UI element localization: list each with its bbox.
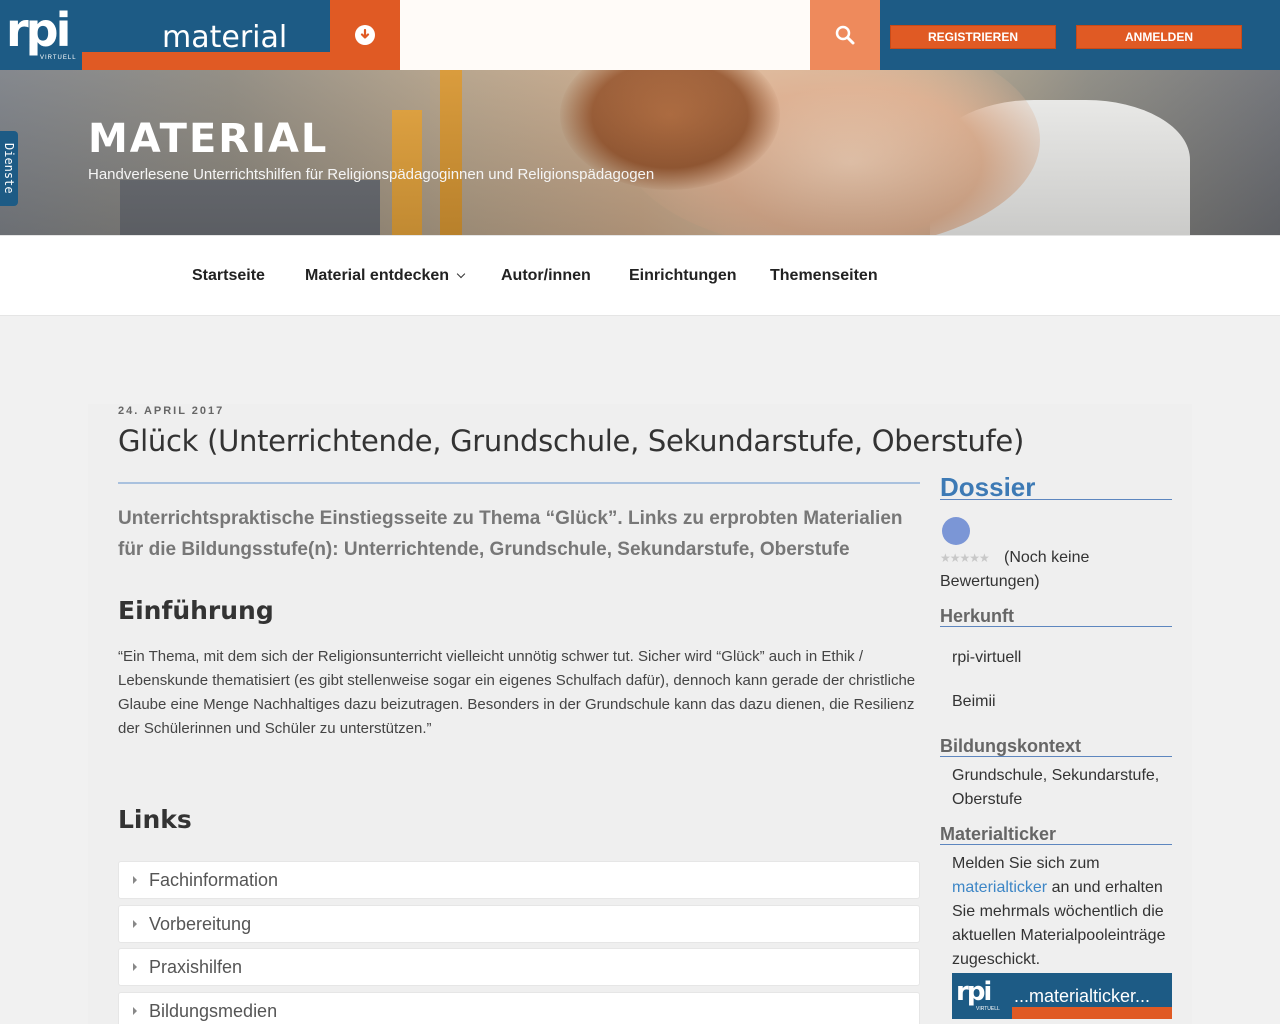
title-divider [118, 482, 920, 484]
accordion-fachinformation[interactable]: Fachinformation [118, 861, 920, 899]
search-icon [835, 25, 855, 45]
site-name[interactable]: material [82, 0, 330, 55]
hero-banner: MATERIAL Handverlesene Unterrichtshilfen… [0, 70, 1280, 235]
site-name-label: material [162, 20, 288, 55]
post-date: 24. APRIL 2017 [118, 405, 225, 417]
materialticker-link[interactable]: materialticker [952, 879, 1047, 896]
search-input[interactable] [400, 0, 810, 70]
caret-right-icon [133, 876, 137, 884]
rating-circle-icon[interactable] [942, 517, 970, 545]
download-circle-icon [355, 25, 375, 45]
register-button[interactable]: REGISTRIEREN [890, 25, 1056, 49]
heading-underline [940, 756, 1172, 757]
logo-text: rpi [6, 3, 71, 57]
login-button[interactable]: ANMELDEN [1076, 25, 1242, 49]
logo-subtext: VIRTUELL [40, 55, 77, 61]
site-name-underline [82, 52, 330, 70]
links-heading: Links [118, 805, 192, 834]
accordion-label: Vorbereitung [149, 913, 252, 934]
page-title: Glück (Unterrichtende, Grundschule, Seku… [118, 424, 1024, 458]
herkunft-item[interactable]: rpi-virtuell [952, 646, 1172, 670]
rating-text: (Noch keine Bewertungen) [940, 549, 1090, 590]
nav-item-label: Einrichtungen [629, 267, 737, 284]
banner-logo: rpi [956, 977, 992, 1007]
hero-subtitle: Handverlesene Unterrichtshilfen für Reli… [88, 166, 655, 183]
nav-item-autorinnen[interactable]: Autor/innen [501, 267, 591, 285]
bildungskontext-heading: Bildungskontext [940, 736, 1082, 756]
dienste-tab[interactable]: Dienste [0, 131, 18, 206]
herkunft-item[interactable]: Beimii [952, 690, 1172, 714]
accordion-label: Praxishilfen [149, 956, 243, 977]
nav-item-startseite[interactable]: Startseite [192, 267, 265, 285]
heading-underline [940, 844, 1172, 845]
herkunft-heading: Herkunft [940, 606, 1015, 626]
intro-heading: Einführung [118, 596, 274, 625]
nav-item-label: Material entdecken [305, 267, 450, 284]
search-button[interactable] [810, 0, 880, 70]
materialticker-text: Melden Sie sich zum materialticker an un… [952, 852, 1172, 972]
nav-item-einrichtungen[interactable]: Einrichtungen [629, 267, 737, 285]
nav-item-themenseiten[interactable]: Themenseiten [770, 267, 878, 285]
nav-item-label: Themenseiten [770, 267, 878, 284]
intro-text: “Ein Thema, mit dem sich der Religionsun… [118, 648, 916, 737]
nav-item-label: Startseite [192, 267, 265, 284]
materialticker-banner[interactable]: rpi VIRTUELL ...materialticker... [952, 973, 1172, 1019]
caret-right-icon [133, 920, 137, 928]
nav-item-label: Autor/innen [501, 267, 591, 284]
lead-text: Unterrichtspraktische Einstiegsseite zu … [118, 508, 903, 560]
materialticker-heading: Materialticker [940, 824, 1057, 844]
caret-right-icon [133, 963, 137, 971]
accordion-praxishilfen[interactable]: Praxishilfen [118, 948, 920, 986]
accordion-label: Bildungsmedien [149, 1000, 278, 1021]
materialticker-text-before: Melden Sie sich zum [952, 855, 1100, 872]
main-nav: Startseite Material entdecken Autor/inne… [0, 235, 1280, 316]
chevron-down-icon [456, 269, 466, 279]
hero-title: MATERIAL [88, 116, 329, 162]
banner-text: ...materialticker... [1014, 986, 1151, 1006]
banner-logo-subtext: VIRTUELL [976, 1006, 1000, 1012]
rpi-logo[interactable]: rpi VIRTUELL [0, 0, 82, 70]
top-bar: rpi VIRTUELL material REGISTRIEREN ANMEL… [0, 0, 1280, 70]
caret-right-icon [133, 1007, 137, 1015]
banner-stripe [1012, 1007, 1172, 1019]
accordion-bildungsmedien[interactable]: Bildungsmedien [118, 992, 920, 1024]
nav-item-material-entdecken[interactable]: Material entdecken [305, 267, 466, 285]
heading-underline [940, 499, 1172, 500]
accordion-vorbereitung[interactable]: Vorbereitung [118, 905, 920, 943]
bildungskontext-value: Grundschule, Sekundarstufe, Oberstufe [952, 767, 1160, 808]
accordion-label: Fachinformation [149, 869, 279, 890]
heading-underline [940, 626, 1172, 627]
download-button[interactable] [330, 0, 400, 70]
